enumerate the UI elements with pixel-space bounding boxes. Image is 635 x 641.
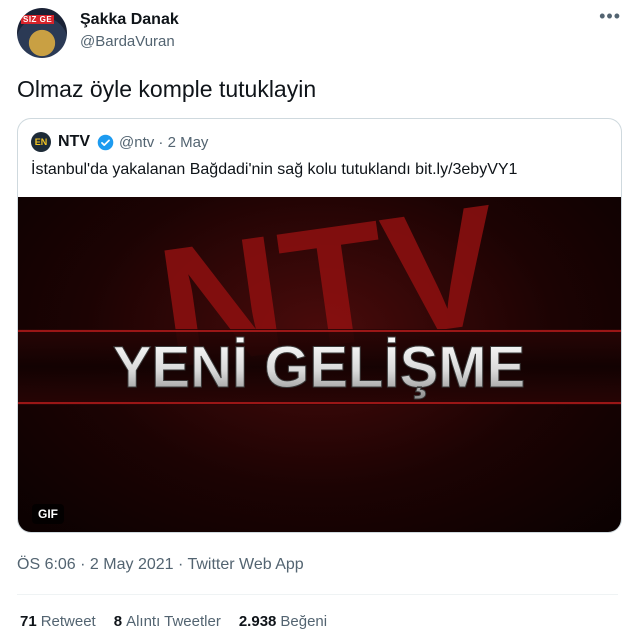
retweets-stat[interactable]: 71 Retweet [20,613,96,630]
quoted-text: İstanbul'da yakalanan Bağdadi'nin sağ ko… [31,161,518,178]
gif-frame: NTV YENİ GELİŞME [18,197,621,405]
quoted-author-name: NTV [58,133,90,150]
divider [17,594,618,595]
author-handle[interactable]: @BardaVuran [80,33,175,50]
quoted-tweet[interactable]: EN NTV @ntv · 2 May İstanbul'da yakalana… [17,118,622,533]
avatar-tag: SIZ GE [21,15,55,24]
engagement-stats: 71 Retweet 8 Alıntı Tweetler 2.938 Beğeni [20,613,327,630]
tweet-text: Olmaz öyle komple tutuklayin [17,76,317,102]
author-avatar[interactable]: SIZ GE [17,8,67,58]
headline-text: YENİ GELİŞME [113,335,526,400]
likes-stat[interactable]: 2.938 Beğeni [239,613,327,630]
tweet-timestamp[interactable]: ÖS 6:06 · 2 May 2021 · Twitter Web App [17,556,304,574]
quoted-handle-date: @ntv · 2 May [119,134,209,151]
quoted-avatar[interactable]: EN [31,132,51,152]
quoted-media-gif[interactable]: NTV YENİ GELİŞME GIF [18,197,621,532]
author-name[interactable]: Şakka Danak [80,11,179,29]
quote-tweets-stat[interactable]: 8 Alıntı Tweetler [114,613,221,630]
verified-badge-icon [97,134,114,151]
gif-badge: GIF [32,504,64,524]
more-dots-icon[interactable]: ••• [599,6,621,27]
